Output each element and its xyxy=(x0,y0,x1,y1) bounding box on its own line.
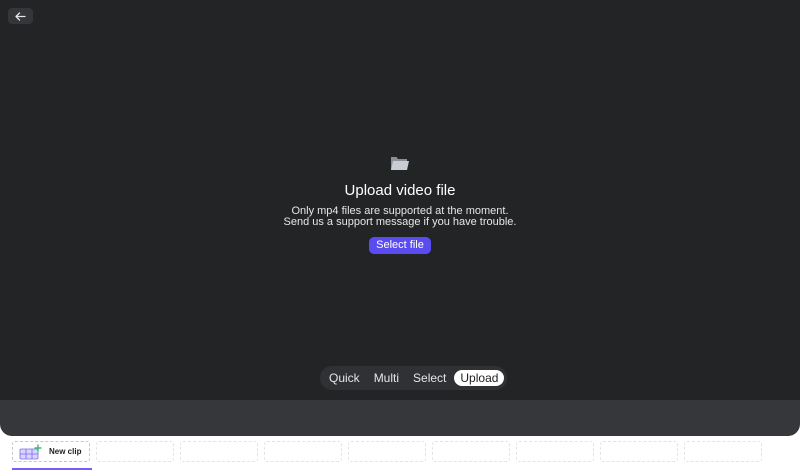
clip-timeline: New clip xyxy=(12,441,762,462)
new-clip-button[interactable]: New clip xyxy=(12,441,90,462)
folder-icon xyxy=(391,157,409,170)
clip-grid-plus-icon xyxy=(19,443,42,459)
back-button[interactable] xyxy=(8,8,33,24)
select-file-button[interactable]: Select file xyxy=(369,237,431,254)
upload-description-line-2: Send us a support message if you have tr… xyxy=(283,216,517,228)
preview-strip xyxy=(0,400,800,436)
app-window: Upload video file Only mp4 files are sup… xyxy=(0,0,800,470)
mode-switcher: Quick Multi Select Upload xyxy=(320,366,508,390)
empty-clip-slot xyxy=(684,441,762,462)
empty-clip-slot xyxy=(600,441,678,462)
upload-title: Upload video file xyxy=(344,182,456,199)
empty-clip-slot xyxy=(264,441,342,462)
tab-multi[interactable]: Multi xyxy=(368,370,405,386)
empty-clip-slot xyxy=(348,441,426,462)
empty-clip-slot xyxy=(432,441,510,462)
tab-quick[interactable]: Quick xyxy=(323,370,366,386)
tab-select[interactable]: Select xyxy=(407,370,452,386)
empty-clip-slot xyxy=(96,441,174,462)
empty-clip-slot xyxy=(180,441,258,462)
video-stage: Upload video file Only mp4 files are sup… xyxy=(0,0,800,400)
arrow-left-icon xyxy=(15,11,26,21)
empty-clip-slot xyxy=(516,441,594,462)
tab-upload[interactable]: Upload xyxy=(454,370,505,386)
new-clip-label: New clip xyxy=(49,447,82,456)
upload-panel: Upload video file Only mp4 files are sup… xyxy=(0,154,800,254)
upload-description: Only mp4 files are supported at the mome… xyxy=(284,206,517,228)
